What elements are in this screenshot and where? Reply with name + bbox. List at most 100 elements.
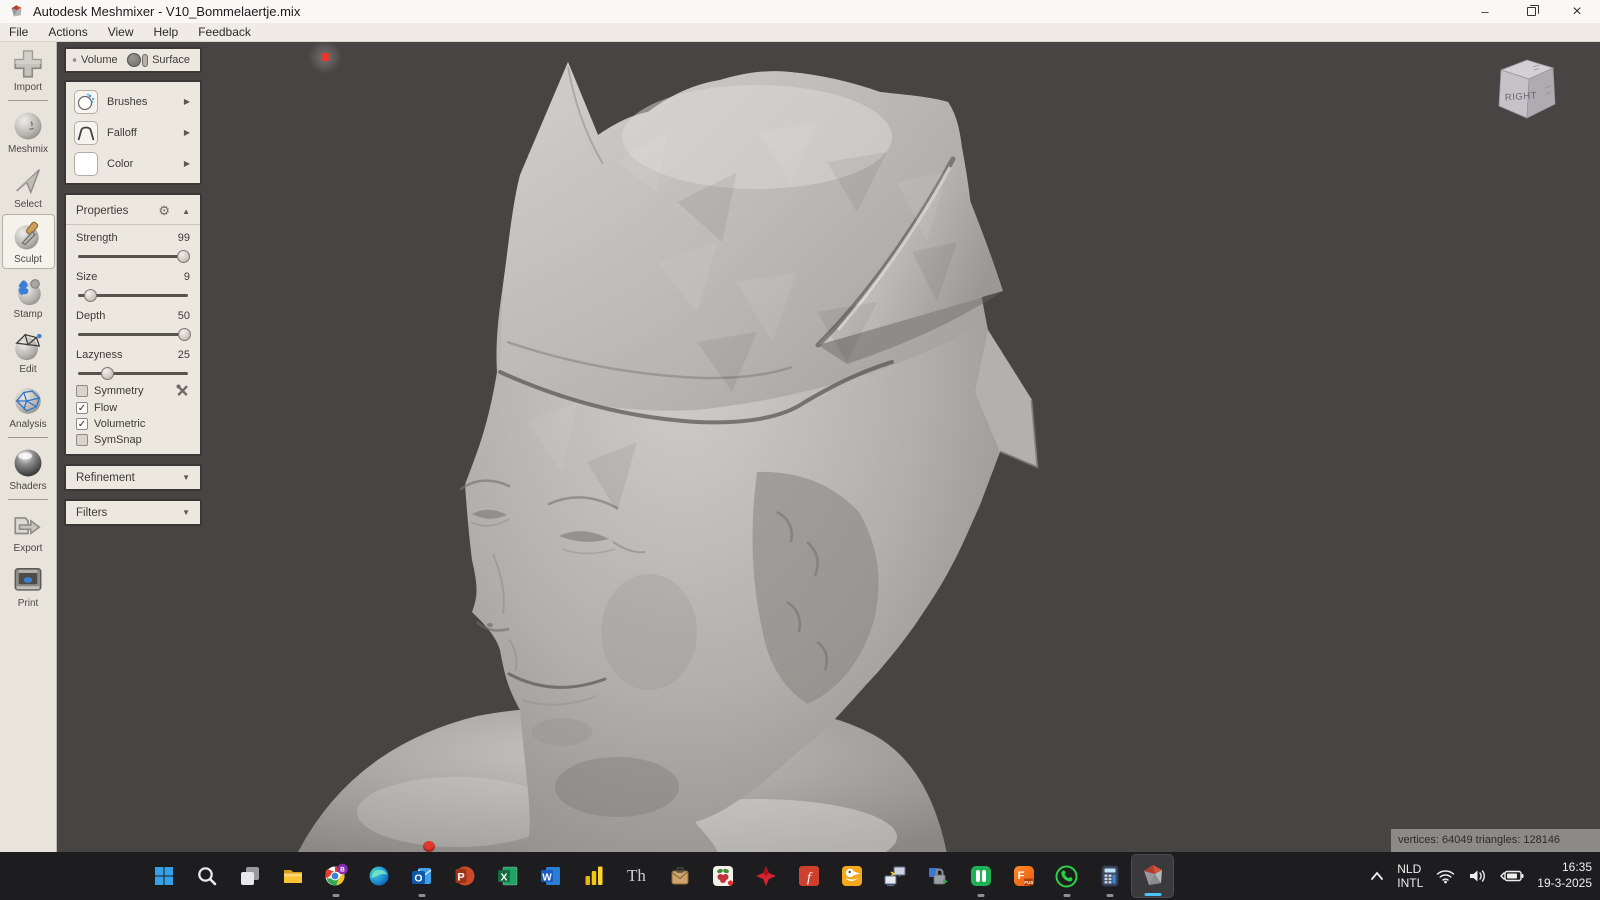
brushes-expand-icon[interactable]: ▶ [184,97,190,106]
filters-panel[interactable]: Filters ▼ [64,499,202,526]
calculator-button[interactable] [1088,854,1131,898]
refinement-expand-icon[interactable]: ▼ [182,473,190,482]
minimize-button[interactable]: – [1462,0,1508,23]
falloff-row[interactable]: Falloff ▶ [66,117,200,148]
falloff-icon [74,121,98,145]
volumetric-checkbox[interactable]: ✓ [76,418,88,430]
volumetric-row: ✓ Volumetric [66,416,200,432]
sidebar-item-export[interactable]: Export [2,503,55,558]
sidebar-item-print[interactable]: Print [2,558,55,613]
menu-file[interactable]: File [0,25,38,39]
menu-actions[interactable]: Actions [38,25,97,39]
lazyness-slider-handle[interactable] [101,367,114,380]
battery-charging-icon[interactable] [1500,868,1524,884]
running-indicator [1106,894,1113,897]
file-explorer-button[interactable] [271,854,314,898]
red-star-app-button[interactable] [744,854,787,898]
start-button[interactable] [142,854,185,898]
depth-slider[interactable] [78,333,188,336]
powerpoint-button[interactable]: P [443,854,486,898]
tool-label: Shaders [3,481,54,492]
sidebar-item-stamp[interactable]: Stamp [2,269,55,324]
volume-surface-toggle[interactable] [127,54,138,66]
3d-viewport[interactable]: RIGHT vertices: 64049 triangles: 128146 … [57,42,1600,852]
language-line2: INTL [1397,876,1423,890]
tool-label: Edit [3,364,54,375]
raspberry-pi-button[interactable] [701,854,744,898]
color-row[interactable]: Color ▶ [66,148,200,179]
sidebar-item-shaders[interactable]: Shaders [2,441,55,496]
meshmixer-taskbar-button[interactable] [1131,854,1174,898]
brushes-row[interactable]: Brushes ▶ [66,86,200,117]
strength-slider-handle[interactable] [177,250,190,263]
select-arrow-icon [11,164,45,198]
volumetric-label: Volumetric [94,418,190,430]
properties-panel: Properties ⚙ ▲ Strength 99 Size 9 [64,193,202,456]
depth-slider-handle[interactable] [178,328,191,341]
size-slider[interactable] [78,294,188,297]
falloff-expand-icon[interactable]: ▶ [184,128,190,137]
navigation-cube[interactable]: RIGHT [1489,52,1561,132]
whatsapp-button[interactable] [1045,854,1088,898]
strength-slider[interactable] [78,255,188,258]
flow-checkbox[interactable]: ✓ [76,402,88,414]
menu-feedback[interactable]: Feedback [188,25,261,39]
pivot-indicator-bottom [423,841,435,852]
outlook-icon: O [410,864,434,888]
hidden-icons-chevron[interactable] [1370,871,1384,881]
green-tiles-app-button[interactable] [959,854,1002,898]
volume-label[interactable]: Volume [81,54,118,66]
remote-desktop-button[interactable] [873,854,916,898]
sidebar-item-sculpt[interactable]: Sculpt [2,214,55,269]
sidebar-item-import[interactable]: Import [2,42,55,97]
close-button[interactable]: × [1554,0,1600,23]
task-view-button[interactable] [228,854,271,898]
symsnap-checkbox[interactable] [76,434,88,446]
gear-icon[interactable]: ⚙ [158,203,170,219]
fritzing-button[interactable]: f [787,854,830,898]
secure-lock-app-button[interactable] [916,854,959,898]
color-expand-icon[interactable]: ▶ [184,159,190,168]
cyberduck-button[interactable] [830,854,873,898]
meshmixer-app-icon [9,4,24,19]
chrome-profile-badge: B [340,866,345,873]
restore-button[interactable] [1508,0,1554,23]
sidebar-item-edit[interactable]: Edit [2,324,55,379]
depth-slider-block: Depth 50 [66,303,200,336]
symmetry-row: Symmetry [66,381,200,400]
refinement-panel[interactable]: Refinement ▼ [64,464,202,491]
volume-speaker-icon[interactable] [1468,868,1487,884]
symmetry-checkbox[interactable] [76,385,88,397]
sidebar-item-analysis[interactable]: Analysis [2,379,55,434]
edge-button[interactable] [357,854,400,898]
surface-label[interactable]: Surface [152,54,190,66]
3d-model-canvas[interactable] [57,42,1600,852]
collapse-icon[interactable]: ▲ [182,207,190,216]
filters-expand-icon[interactable]: ▼ [182,508,190,517]
menu-help[interactable]: Help [144,25,189,39]
running-indicator [418,894,425,897]
size-slider-handle[interactable] [84,289,97,302]
color-swatch-icon [74,152,98,176]
power-bi-button[interactable] [572,854,615,898]
sculpt-brush-icon [11,219,45,253]
language-indicator[interactable]: NLD INTL [1397,862,1423,891]
menu-view[interactable]: View [98,25,144,39]
chrome-button[interactable]: B [314,854,357,898]
wifi-icon[interactable] [1436,868,1455,884]
excel-button[interactable]: X [486,854,529,898]
search-button[interactable] [185,854,228,898]
sidebar-item-meshmix[interactable]: Meshmix [2,104,55,159]
fusion-360-button[interactable]: F FUS [1002,854,1045,898]
thonny-button[interactable]: Th [615,854,658,898]
package-app-button[interactable] [658,854,701,898]
lock-icon [926,864,950,888]
outlook-button[interactable]: O [400,854,443,898]
clock[interactable]: 16:35 19-3-2025 [1537,860,1592,891]
properties-header[interactable]: Properties ⚙ ▲ [66,200,200,225]
symmetry-tools-icon[interactable] [175,383,190,398]
sidebar-item-select[interactable]: Select [2,159,55,214]
lazyness-slider[interactable] [78,372,188,375]
word-button[interactable]: W [529,854,572,898]
size-slider-block: Size 9 [66,264,200,297]
